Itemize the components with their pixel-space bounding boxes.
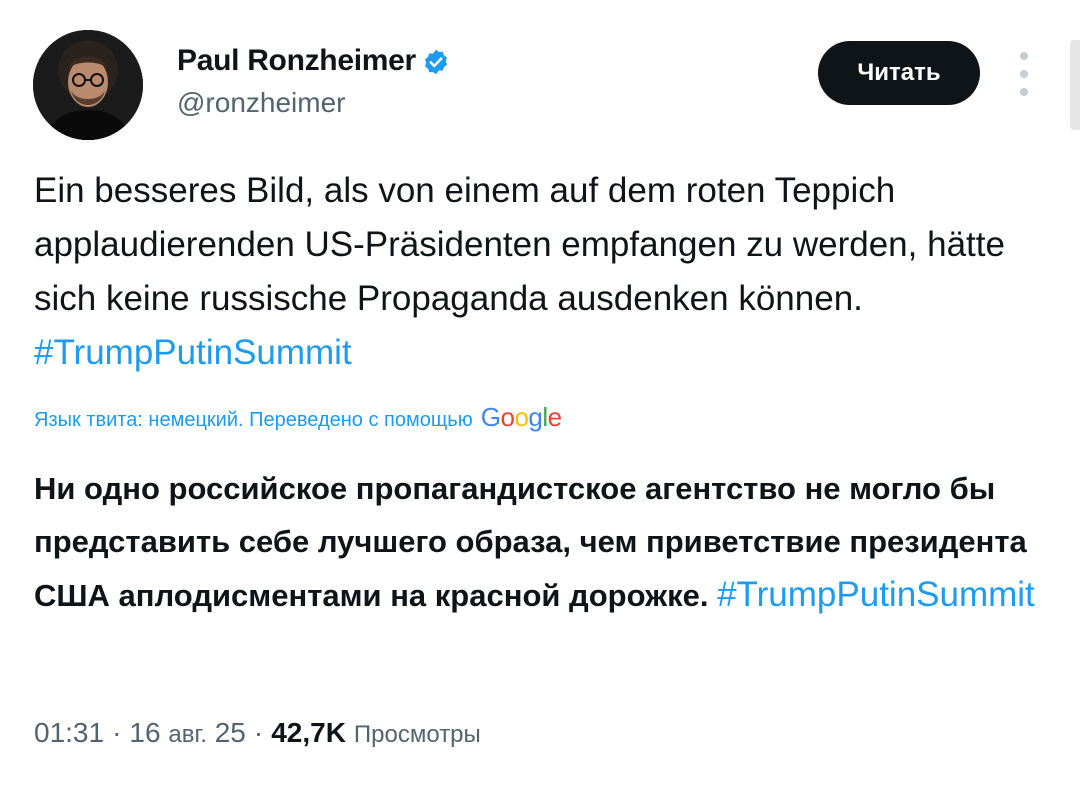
translation-note[interactable]: Язык твита: немецкий. Переведено с помощ… — [34, 402, 562, 433]
scrollbar[interactable] — [1070, 40, 1080, 130]
tweet-day[interactable]: 16 — [129, 717, 160, 749]
more-dot — [1020, 70, 1028, 78]
views-count[interactable]: 42,7K — [271, 717, 346, 749]
author-name-row[interactable]: Paul Ronzheimer — [177, 44, 450, 78]
author-handle[interactable]: @ronzheimer — [177, 87, 345, 119]
tweet-card: Paul Ronzheimer @ronzheimer Читать Ein b… — [0, 0, 1080, 786]
more-dot — [1020, 52, 1028, 60]
meta-separator: · — [253, 717, 264, 748]
follow-button[interactable]: Читать — [818, 41, 980, 105]
tweet-text-body: Ein besseres Bild, als von einem auf dem… — [34, 171, 1005, 318]
avatar[interactable] — [33, 30, 143, 140]
translation-note-text: Язык твита: немецкий. Переведено с помощ… — [34, 409, 473, 431]
more-options-icon[interactable] — [1012, 52, 1036, 96]
author-display-name[interactable]: Paul Ronzheimer — [177, 44, 416, 78]
tweet-year[interactable]: 25 — [215, 717, 246, 749]
tweet-text: Ein besseres Bild, als von einem auf dem… — [34, 164, 1044, 380]
meta-separator: · — [112, 717, 122, 748]
tweet-time[interactable]: 01:31 — [34, 717, 104, 749]
google-logo: Google — [480, 402, 562, 432]
more-dot — [1020, 88, 1028, 96]
translated-text: Ни одно российское пропагандистское аген… — [34, 462, 1044, 622]
translated-hashtag-link[interactable]: #TrumpPutinSummit — [717, 575, 1035, 614]
tweet-hashtag-link[interactable]: #TrumpPutinSummit — [34, 333, 352, 372]
verified-badge-icon — [422, 48, 450, 76]
tweet-meta: 01:31 · 16 авг. 25 · 42,7K Просмотры — [34, 717, 481, 749]
views-label[interactable]: Просмотры — [354, 721, 481, 749]
tweet-month[interactable]: авг. — [168, 721, 207, 749]
